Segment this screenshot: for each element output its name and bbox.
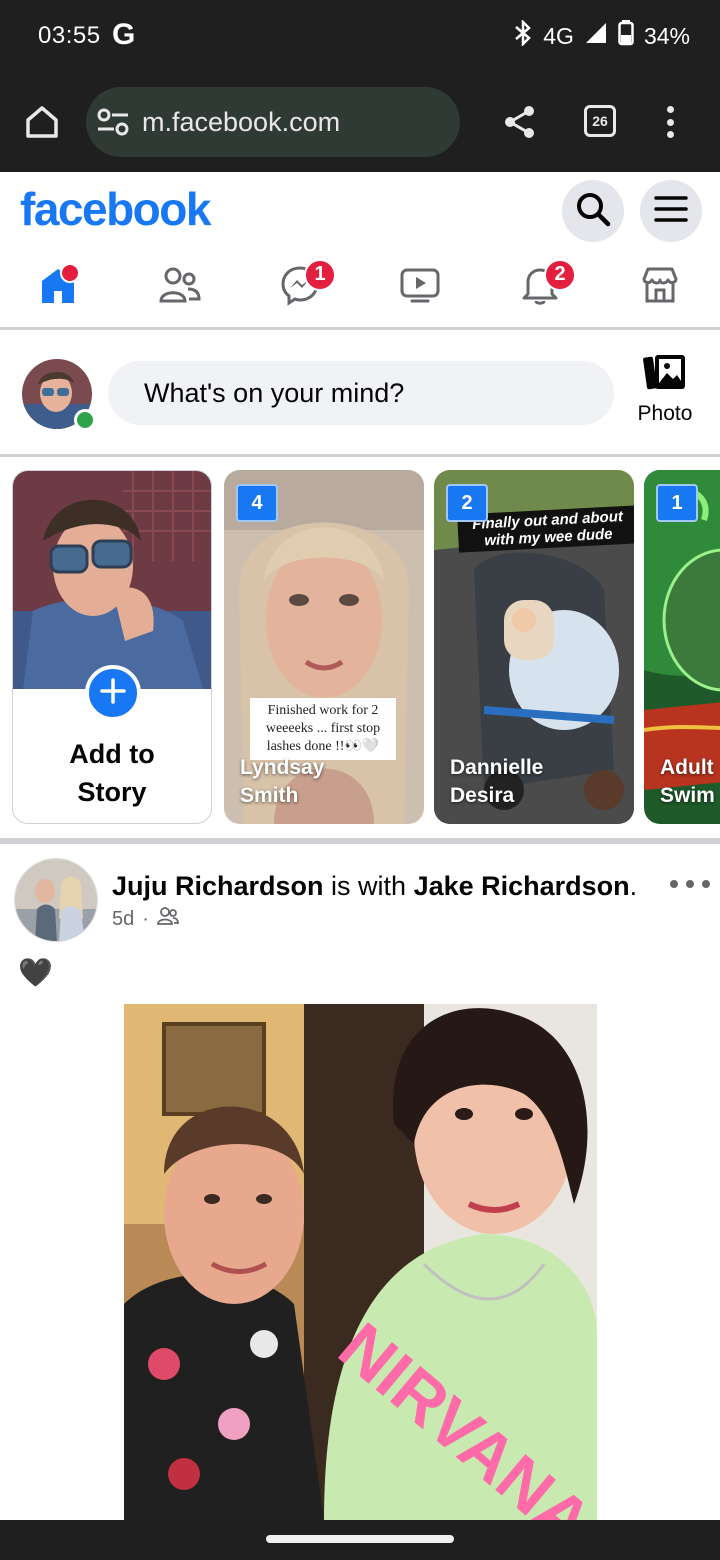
story-author: Dannielle Desira xyxy=(450,754,543,810)
story-count-badge: 2 xyxy=(446,484,488,522)
battery-icon xyxy=(618,20,634,52)
tab-notifications[interactable]: 2 xyxy=(500,253,580,323)
tab-home[interactable] xyxy=(20,253,100,323)
tab-marketplace[interactable] xyxy=(620,253,700,323)
story-card-adult-swim[interactable]: 1 Adult Swim xyxy=(644,470,720,824)
add-story-button[interactable] xyxy=(85,665,141,721)
story-author-first: Lyndsay xyxy=(240,756,325,779)
gesture-handle[interactable] xyxy=(266,1535,454,1543)
hamburger-icon xyxy=(654,194,688,229)
signal-icon xyxy=(584,21,608,51)
site-settings-icon[interactable] xyxy=(96,107,130,137)
story-author-last: Desira xyxy=(450,784,515,807)
post-author-link[interactable]: Juju Richardson xyxy=(112,871,324,901)
photo-icon xyxy=(643,355,687,397)
add-story-photo xyxy=(13,471,211,689)
whats-on-your-mind-input[interactable]: What's on your mind? xyxy=(108,361,614,425)
post-photo[interactable]: NIRVANA xyxy=(124,1004,597,1520)
story-author-first: Adult xyxy=(660,756,714,779)
address-bar[interactable]: m.facebook.com xyxy=(86,87,460,157)
story-author: Adult Swim xyxy=(660,754,715,810)
notifications-badge: 2 xyxy=(544,258,576,291)
story-count-badge: 4 xyxy=(236,484,278,522)
status-bar: 03:55 G 4G 34% xyxy=(0,0,720,72)
messenger-badge: 1 xyxy=(304,258,336,291)
online-status-dot xyxy=(74,409,96,431)
post-text: 🖤 xyxy=(18,957,53,988)
post-composer: What's on your mind? Photo xyxy=(0,333,720,457)
fb-header: facebook xyxy=(0,172,720,248)
story-author-last: Smith xyxy=(240,784,299,807)
story-card-dannielle-desira[interactable]: Finally out and about with my wee dude 2… xyxy=(434,470,634,824)
friends-icon xyxy=(158,265,202,310)
story-author: Lyndsay Smith xyxy=(240,754,324,810)
tab-switcher-icon[interactable]: 26 xyxy=(584,105,616,137)
overflow-menu-icon[interactable] xyxy=(660,102,680,142)
friends-audience-icon xyxy=(157,906,179,932)
avatar[interactable] xyxy=(14,858,98,942)
add-story-label-line1: Add to xyxy=(69,739,155,769)
bluetooth-icon xyxy=(513,18,533,52)
photo-label: Photo xyxy=(637,402,693,425)
facebook-logo[interactable]: facebook xyxy=(20,182,211,236)
tab-friends[interactable] xyxy=(140,253,220,323)
story-author-last: Swim xyxy=(660,784,715,807)
battery-percent: 34% xyxy=(643,22,690,49)
post-options-button[interactable] xyxy=(670,874,710,894)
story-card-lyndsay-smith[interactable]: 4 Finished work for 2 weeeeks ... first … xyxy=(224,470,424,824)
status-time: 03:55 xyxy=(38,22,101,49)
add-story-card[interactable]: Add to Story xyxy=(12,470,212,824)
home-icon xyxy=(38,263,82,312)
search-icon xyxy=(575,191,611,232)
post-period: . xyxy=(629,871,638,901)
network-type: 4G xyxy=(543,22,574,49)
feed-post: Juju Richardson is with Jake Richardson.… xyxy=(0,844,720,1520)
url-text[interactable]: m.facebook.com xyxy=(142,107,340,138)
share-icon[interactable] xyxy=(500,102,540,142)
story-caption: Finished work for 2 weeeeks ... first st… xyxy=(250,698,396,760)
story-author-first: Dannielle xyxy=(450,756,544,779)
tab-messenger[interactable]: 1 xyxy=(260,253,340,323)
story-count-badge: 1 xyxy=(656,484,698,522)
add-story-label-line2: Story xyxy=(77,777,147,807)
post-with-text: is with xyxy=(323,871,414,901)
search-button[interactable] xyxy=(562,180,624,242)
photo-button[interactable]: Photo xyxy=(630,353,700,443)
fb-tab-bar: 1 2 xyxy=(0,248,720,330)
menu-button[interactable] xyxy=(640,180,702,242)
stories-tray: Add to Story 4 Finished work for 2 weeee… xyxy=(0,460,720,838)
post-time[interactable]: 5d xyxy=(112,908,134,931)
post-header: Juju Richardson is with Jake Richardson. xyxy=(112,868,637,904)
system-nav-bar xyxy=(0,1520,720,1560)
store-icon xyxy=(639,265,681,310)
meta-separator: · xyxy=(142,907,149,930)
google-icon: G xyxy=(112,18,136,51)
add-story-label: Add to Story xyxy=(13,735,211,811)
tab-watch[interactable] xyxy=(380,253,460,323)
post-tagged-link[interactable]: Jake Richardson xyxy=(414,871,630,901)
video-icon xyxy=(399,265,441,310)
home-icon[interactable] xyxy=(20,100,64,144)
status-icons: 4G 34% xyxy=(513,18,690,52)
post-meta: 5d · xyxy=(112,906,179,932)
browser-toolbar: m.facebook.com 26 xyxy=(0,72,720,172)
plus-icon xyxy=(99,677,127,710)
